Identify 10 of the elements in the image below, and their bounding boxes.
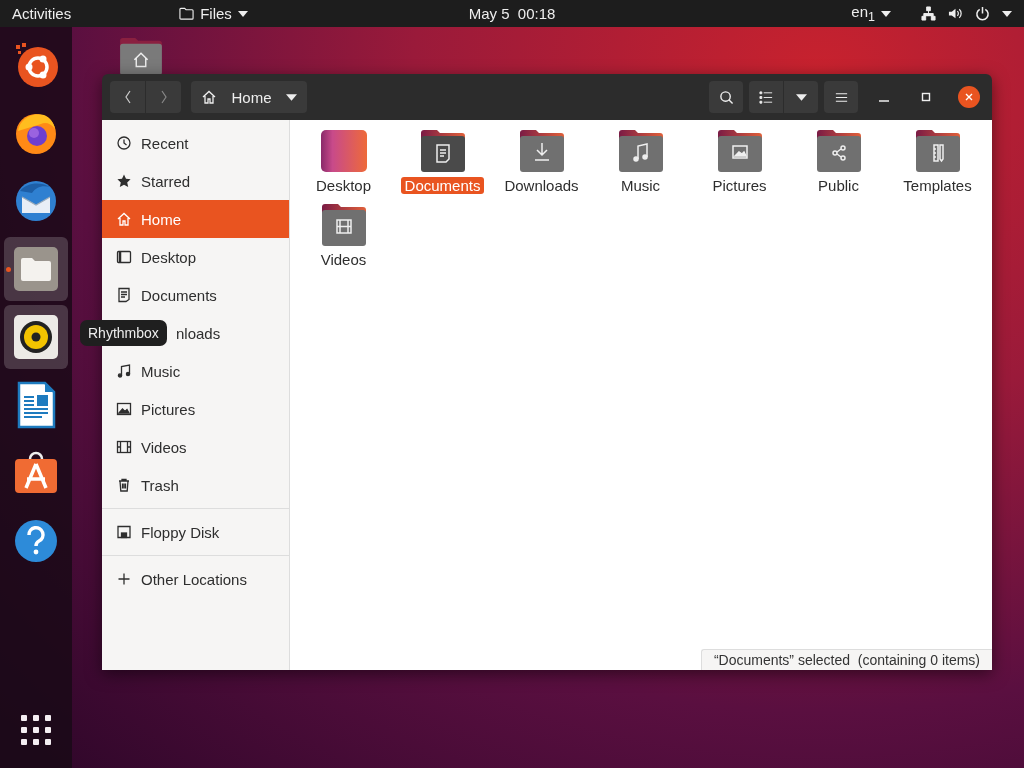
- folder-label: Templates: [902, 177, 973, 194]
- tooltip: Rhythmbox: [80, 320, 167, 346]
- folder-label: Pictures: [711, 177, 768, 194]
- folder-label: Documents: [400, 177, 485, 194]
- folder-label: Downloads: [503, 177, 580, 194]
- folder-label: Desktop: [315, 177, 372, 194]
- status-overlay: “Documents” selected (containing 0 items): [700, 649, 992, 670]
- folder-label: Videos: [319, 251, 368, 268]
- folder-label: Public: [817, 177, 860, 194]
- folder-label: Music: [619, 177, 662, 194]
